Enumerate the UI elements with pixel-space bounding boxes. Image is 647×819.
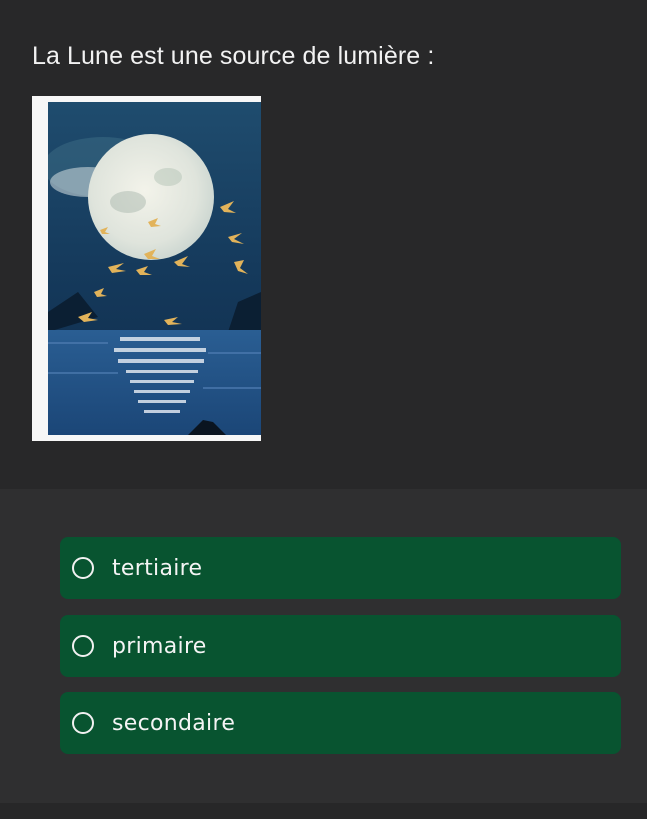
option-label: primaire bbox=[112, 633, 207, 659]
option-tertiaire[interactable]: tertiaire bbox=[60, 537, 621, 599]
option-secondaire[interactable]: secondaire bbox=[60, 692, 621, 754]
moon-icon bbox=[88, 134, 214, 260]
moon-painting-image bbox=[32, 96, 261, 441]
answers-panel: tertiaire primaire secondaire bbox=[0, 489, 647, 803]
question-text: La Lune est une source de lumière : bbox=[32, 42, 435, 70]
option-label: secondaire bbox=[112, 710, 236, 736]
radio-circle-icon[interactable] bbox=[72, 712, 94, 734]
option-label: tertiaire bbox=[112, 555, 203, 581]
question-panel: La Lune est une source de lumière : bbox=[0, 0, 647, 489]
radio-circle-icon[interactable] bbox=[72, 635, 94, 657]
bottom-strip bbox=[0, 803, 647, 819]
moon-painting bbox=[48, 102, 261, 435]
option-primaire[interactable]: primaire bbox=[60, 615, 621, 677]
radio-circle-icon[interactable] bbox=[72, 557, 94, 579]
